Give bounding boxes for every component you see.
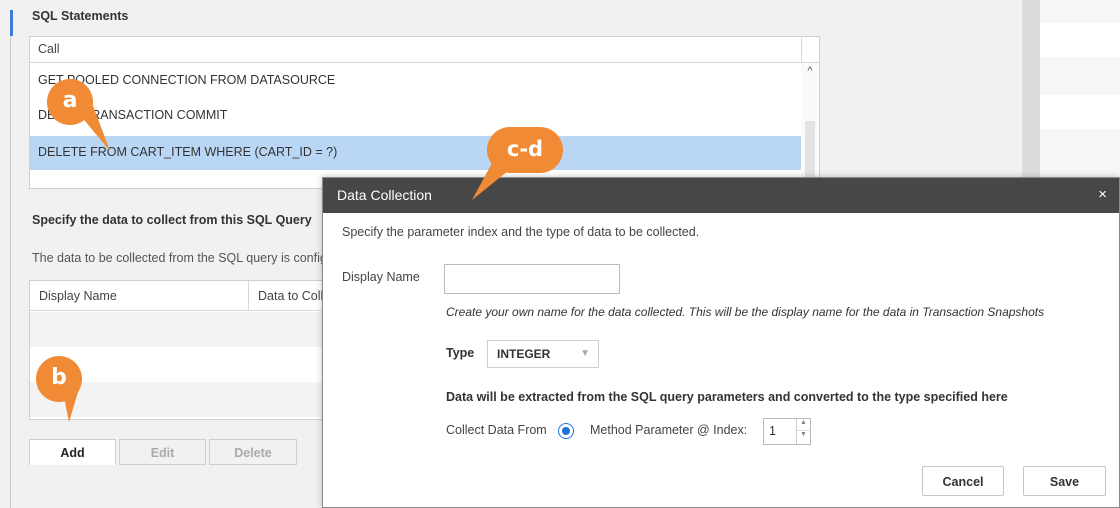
- sql-statements-title: SQL Statements: [32, 9, 129, 23]
- collect-data-from-label: Collect Data From: [446, 423, 547, 437]
- stepper-controls: ▲ ▼: [796, 419, 810, 444]
- dialog-title: Data Collection: [337, 187, 432, 203]
- method-parameter-label: Method Parameter @ Index:: [590, 423, 748, 437]
- callout-a: a: [47, 79, 93, 125]
- type-select-value: INTEGER: [497, 347, 551, 361]
- table-row[interactable]: GET POOLED CONNECTION FROM DATASOURCE: [30, 64, 802, 98]
- divider: [10, 36, 11, 508]
- close-icon[interactable]: ×: [1098, 186, 1107, 203]
- table-row-selected[interactable]: DELETE FROM CART_ITEM WHERE (CART_ID = ?…: [30, 136, 802, 170]
- type-label: Type: [446, 346, 475, 360]
- delete-button[interactable]: Delete: [209, 439, 297, 465]
- index-stepper[interactable]: 1 ▲ ▼: [763, 418, 811, 445]
- dialog-titlebar[interactable]: Data Collection ×: [323, 178, 1119, 213]
- save-button[interactable]: Save: [1023, 466, 1106, 496]
- table-row[interactable]: DEFER TRANSACTION COMMIT: [30, 99, 802, 133]
- column-header-filler: [801, 37, 819, 63]
- sql-statements-table: Call GET POOLED CONNECTION FROM DATASOUR…: [29, 36, 820, 189]
- type-select[interactable]: INTEGER ▼: [487, 340, 599, 368]
- method-parameter-radio[interactable]: [558, 423, 574, 439]
- column-divider: [248, 281, 249, 311]
- data-spec-title: Specify the data to collect from this SQ…: [32, 213, 312, 227]
- edit-button[interactable]: Edit: [119, 439, 206, 465]
- scrollbar[interactable]: ^: [801, 63, 819, 188]
- column-header-call[interactable]: Call: [30, 37, 819, 63]
- list-item: [1040, 23, 1120, 57]
- index-value: 1: [769, 424, 776, 438]
- radio-selected-dot: [562, 427, 570, 435]
- column-header-data-to-collect[interactable]: Data to Collect: [258, 289, 328, 303]
- cancel-button[interactable]: Cancel: [922, 466, 1004, 496]
- empty-row: [30, 312, 328, 347]
- display-name-label: Display Name: [342, 270, 420, 284]
- display-name-input[interactable]: [444, 264, 620, 294]
- add-button[interactable]: Add: [29, 439, 116, 465]
- list-item: [1040, 95, 1120, 129]
- section-accent: [10, 10, 13, 36]
- callout-b: b: [36, 356, 82, 402]
- table-header: Display Name Data to Collect: [30, 281, 328, 311]
- chevron-up-icon[interactable]: ^: [801, 65, 819, 81]
- stepper-up-icon[interactable]: ▲: [797, 419, 810, 431]
- callout-c-d: c-d: [487, 127, 563, 173]
- dialog-intro: Specify the parameter index and the type…: [342, 225, 700, 239]
- data-collection-dialog: Data Collection × Specify the parameter …: [322, 177, 1120, 508]
- chevron-down-icon: ▼: [580, 348, 590, 359]
- extraction-note: Data will be extracted from the SQL quer…: [446, 390, 1008, 404]
- column-header-display-name[interactable]: Display Name: [39, 289, 117, 303]
- stepper-down-icon[interactable]: ▼: [797, 431, 810, 443]
- display-name-help: Create your own name for the data collec…: [446, 305, 1045, 319]
